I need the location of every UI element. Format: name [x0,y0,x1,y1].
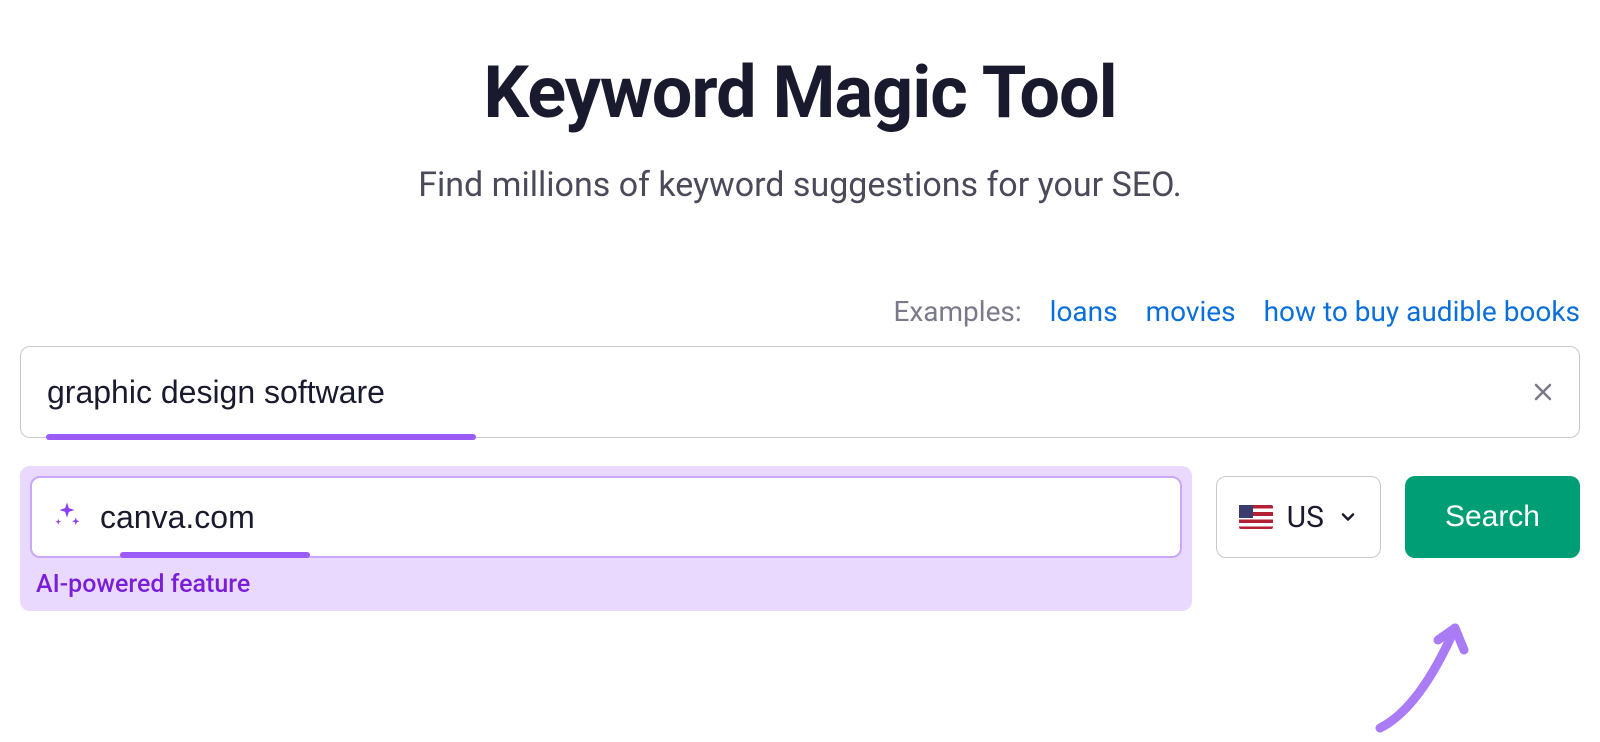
ai-feature-label: AI-powered feature [36,570,1182,599]
example-link-loans[interactable]: loans [1050,295,1118,328]
country-code: US [1287,500,1324,535]
highlight-underline [120,552,310,558]
examples-label: Examples: [893,295,1021,328]
example-link-audible[interactable]: how to buy audible books [1264,295,1580,328]
domain-input[interactable] [100,499,1160,536]
sparkle-icon [52,500,82,534]
page-subtitle: Find millions of keyword suggestions for… [20,165,1580,205]
keyword-input-wrap [20,346,1580,438]
example-link-movies[interactable]: movies [1146,295,1236,328]
examples-row: Examples: loans movies how to buy audibl… [20,295,1580,328]
country-select[interactable]: US [1216,476,1381,558]
ai-feature-box: AI-powered feature [20,466,1192,611]
search-button[interactable]: Search [1405,476,1580,558]
second-row: AI-powered feature US Search [20,466,1580,611]
highlight-underline [46,434,476,440]
clear-icon[interactable] [1528,377,1558,407]
domain-input-wrap [30,476,1182,558]
page-title: Keyword Magic Tool [20,50,1580,135]
arrow-annotation-icon [1360,598,1500,738]
chevron-down-icon [1338,500,1358,535]
keyword-input[interactable] [20,346,1580,438]
flag-us-icon [1239,505,1273,529]
